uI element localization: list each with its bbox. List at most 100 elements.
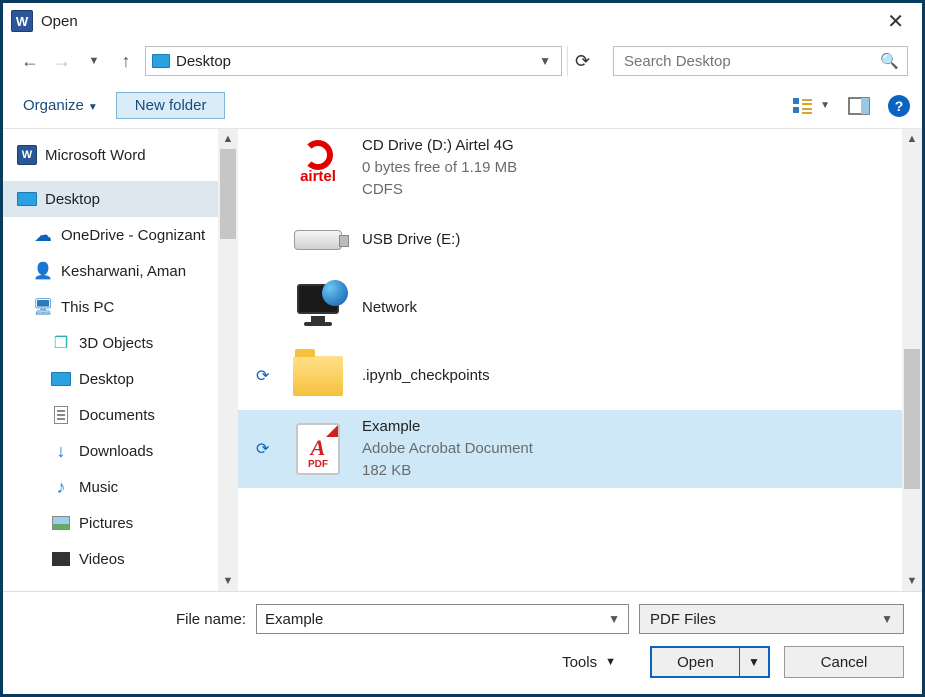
scroll-track[interactable] — [902, 149, 922, 571]
search-icon[interactable]: 🔍 — [880, 52, 899, 70]
up-button[interactable]: ↑ — [113, 48, 139, 74]
cancel-button[interactable]: Cancel — [784, 646, 904, 678]
back-button[interactable]: ← — [17, 48, 43, 74]
file-list: ⟳ airtel CD Drive (D:) Airtel 4G 0 bytes… — [238, 129, 922, 591]
video-icon — [51, 550, 71, 568]
sidebar-scrollbar[interactable]: ▲ ▼ — [218, 129, 238, 591]
organize-label: Organize — [23, 97, 84, 114]
open-dialog: W Open ✕ ← → ▼ ↑ Desktop ▼ ⟳ 🔍 Organize▼… — [0, 0, 925, 697]
scroll-down-icon[interactable]: ▼ — [902, 571, 922, 591]
sidebar-item-thispc[interactable]: 🖥 This PC — [3, 289, 218, 325]
item-name: USB Drive (E:) — [362, 229, 460, 251]
content-scrollbar[interactable]: ▲ ▼ — [902, 129, 922, 591]
address-bar[interactable]: Desktop ▼ — [145, 46, 562, 76]
sidebar-item-label: Microsoft Word — [45, 147, 146, 164]
file-type-filter[interactable]: PDF Files ▼ — [639, 604, 904, 634]
open-button-main[interactable]: Open — [652, 648, 740, 676]
download-icon: ↓ — [51, 442, 71, 460]
search-box[interactable]: 🔍 — [613, 46, 908, 76]
open-button[interactable]: Open ▼ — [650, 646, 770, 678]
tools-menu[interactable]: Tools▼ — [562, 654, 616, 671]
sidebar-item-label: Kesharwani, Aman — [61, 263, 186, 280]
sidebar-item-videos[interactable]: Videos — [3, 541, 218, 577]
new-folder-button[interactable]: New folder — [116, 92, 226, 119]
filename-label: File name: — [21, 611, 246, 628]
sidebar-item-documents[interactable]: Documents — [3, 397, 218, 433]
sidebar-item-label: Desktop — [45, 191, 100, 208]
item-name: Network — [362, 297, 417, 319]
folder-tree: W Microsoft Word Desktop ☁ OneDrive - Co… — [3, 129, 218, 591]
sidebar-item-label: OneDrive - Cognizant — [61, 227, 205, 244]
scroll-up-icon[interactable]: ▲ — [902, 129, 922, 149]
sidebar-item-desktop[interactable]: Desktop — [3, 181, 218, 217]
desktop-icon — [17, 190, 37, 208]
list-item[interactable]: ⟳ USB Drive (E:) — [238, 206, 902, 274]
music-icon: ♪ — [51, 478, 71, 496]
sidebar-item-3dobjects[interactable]: ❒ 3D Objects — [3, 325, 218, 361]
open-dropdown[interactable]: ▼ — [740, 655, 768, 669]
view-dropdown[interactable]: ▼ — [820, 100, 830, 111]
sidebar-item-downloads[interactable]: ↓ Downloads — [3, 433, 218, 469]
sync-icon: ⟳ — [256, 366, 274, 386]
search-input[interactable] — [622, 52, 880, 71]
sync-icon: ⟳ — [256, 158, 274, 178]
word-icon: W — [17, 145, 37, 165]
sidebar-item-word[interactable]: W Microsoft Word — [3, 137, 218, 173]
item-subtitle: Adobe Acrobat Document — [362, 438, 533, 460]
recent-locations-button[interactable]: ▼ — [81, 48, 107, 74]
window-title: Open — [41, 13, 877, 30]
scroll-down-icon[interactable]: ▼ — [218, 571, 238, 591]
scroll-track[interactable] — [218, 149, 238, 571]
tools-label: Tools — [562, 654, 597, 671]
sidebar-item-user[interactable]: 👤 Kesharwani, Aman — [3, 253, 218, 289]
chevron-down-icon: ▼ — [881, 612, 893, 626]
list-item[interactable]: ⟳ .ipynb_checkpoints — [238, 342, 902, 410]
open-label: Open — [677, 654, 714, 671]
desktop-icon — [51, 370, 71, 388]
usb-drive-icon — [288, 212, 348, 268]
list-item[interactable]: ⟳ airtel CD Drive (D:) Airtel 4G 0 bytes… — [238, 129, 902, 206]
help-button[interactable]: ? — [888, 95, 910, 117]
cloud-icon: ☁ — [33, 226, 53, 244]
scroll-thumb[interactable] — [904, 349, 920, 489]
item-name: Example — [362, 416, 533, 438]
document-icon — [51, 406, 71, 424]
dialog-body: W Microsoft Word Desktop ☁ OneDrive - Co… — [3, 129, 922, 591]
item-name: CD Drive (D:) Airtel 4G — [362, 135, 517, 157]
desktop-icon — [152, 54, 170, 68]
item-subtitle: 182 KB — [362, 460, 533, 482]
pc-icon: 🖥 — [33, 298, 53, 316]
address-dropdown[interactable]: ▼ — [535, 54, 555, 68]
drive-icon: airtel — [288, 140, 348, 196]
item-subtitle: CDFS — [362, 179, 517, 201]
titlebar: W Open ✕ — [3, 3, 922, 39]
sidebar-item-onedrive[interactable]: ☁ OneDrive - Cognizant — [3, 217, 218, 253]
view-options: ▼ — [792, 97, 830, 115]
filter-value: PDF Files — [650, 611, 716, 628]
filename-input[interactable]: Example ▼ — [256, 604, 629, 634]
sidebar-item-pictures[interactable]: Pictures — [3, 505, 218, 541]
scroll-up-icon[interactable]: ▲ — [218, 129, 238, 149]
address-text: Desktop — [176, 53, 529, 70]
preview-pane-icon[interactable] — [848, 97, 870, 115]
sidebar-item-label: Videos — [79, 551, 125, 568]
close-button[interactable]: ✕ — [877, 9, 914, 34]
list-item[interactable]: ⟳ APDF Example Adobe Acrobat Document 18… — [238, 410, 902, 487]
view-mode-icon[interactable] — [792, 97, 814, 115]
sync-icon: ⟳ — [256, 298, 274, 318]
sidebar-item-label: Downloads — [79, 443, 153, 460]
organize-menu[interactable]: Organize▼ — [15, 93, 106, 118]
sidebar-item-label: Pictures — [79, 515, 133, 532]
sidebar: W Microsoft Word Desktop ☁ OneDrive - Co… — [3, 129, 238, 591]
refresh-button[interactable]: ⟳ — [567, 46, 597, 76]
sidebar-item-desktop2[interactable]: Desktop — [3, 361, 218, 397]
list-item[interactable]: ⟳ Network — [238, 274, 902, 342]
folder-icon — [288, 348, 348, 404]
filename-dropdown[interactable]: ▼ — [608, 612, 620, 626]
sidebar-item-label: 3D Objects — [79, 335, 153, 352]
network-icon — [288, 280, 348, 336]
sidebar-item-music[interactable]: ♪ Music — [3, 469, 218, 505]
sidebar-item-label: Documents — [79, 407, 155, 424]
scroll-thumb[interactable] — [220, 149, 236, 239]
dialog-footer: File name: Example ▼ PDF Files ▼ Tools▼ … — [3, 591, 922, 694]
